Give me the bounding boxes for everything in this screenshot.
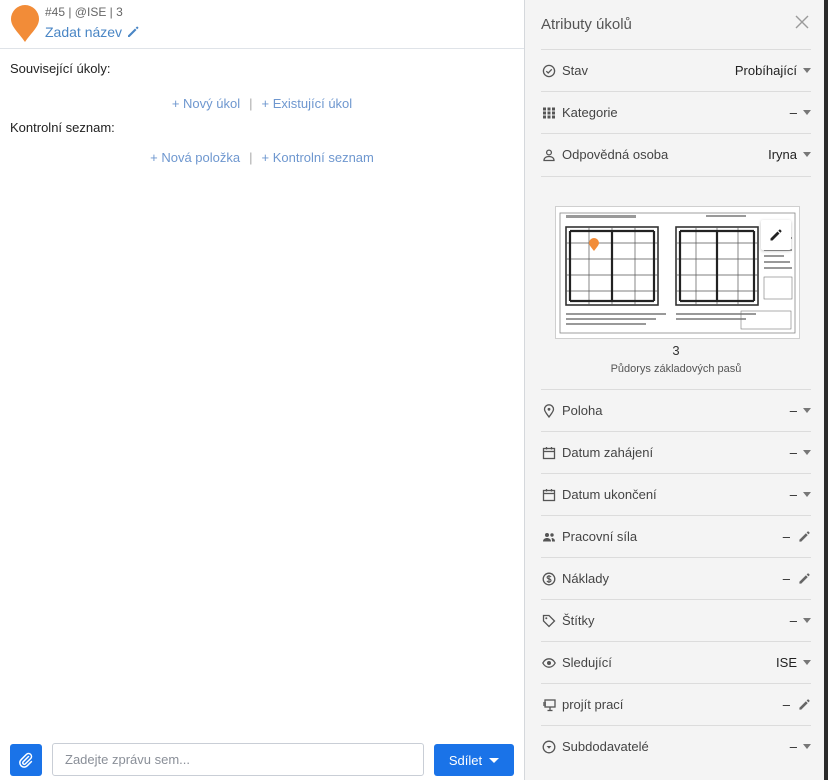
caret-down-icon[interactable] bbox=[803, 110, 811, 115]
attr-value: – bbox=[782, 697, 790, 712]
attr-row-location[interactable]: Poloha – bbox=[541, 389, 811, 431]
checklist-link[interactable]: + Kontrolní seznam bbox=[262, 150, 374, 165]
attr-row-costs[interactable]: Náklady – bbox=[541, 557, 811, 599]
caret-down-icon[interactable] bbox=[803, 408, 811, 413]
pencil-icon[interactable] bbox=[126, 25, 140, 39]
calendar-icon bbox=[542, 446, 556, 459]
attr-row-watchers[interactable]: Sledující ISE bbox=[541, 641, 811, 683]
attr-label: Kategorie bbox=[562, 105, 618, 120]
attr-row-responsible[interactable]: Odpovědná osoba Iryna bbox=[541, 133, 811, 175]
message-input[interactable] bbox=[52, 743, 424, 776]
task-header: #45 | @ISE | 3 Zadat název bbox=[0, 0, 524, 49]
task-attributes-panel: Atributy úkolů Stav Probíhající Kategori… bbox=[524, 0, 824, 780]
person-icon bbox=[543, 148, 555, 161]
task-detail-pane: #45 | @ISE | 3 Zadat název Související ú… bbox=[0, 0, 524, 780]
attr-value: – bbox=[789, 403, 797, 418]
task-meta: #45 | @ISE | 3 bbox=[45, 5, 123, 19]
attr-value: – bbox=[782, 571, 790, 586]
caret-down-icon[interactable] bbox=[803, 660, 811, 665]
attr-row-start-date[interactable]: Datum zahájení – bbox=[541, 431, 811, 473]
attr-label: Poloha bbox=[562, 403, 603, 418]
separator: | bbox=[249, 96, 253, 111]
close-icon[interactable] bbox=[795, 15, 809, 29]
location-pin-icon bbox=[543, 403, 555, 418]
attr-row-workforce[interactable]: Pracovní síla – bbox=[541, 515, 811, 557]
related-tasks-actions: + Nový úkol | + Existující úkol bbox=[0, 96, 524, 111]
share-button-label: Sdílet bbox=[448, 752, 483, 768]
attr-value: – bbox=[789, 445, 797, 460]
checklist-actions: + Nová položka | + Kontrolní seznam bbox=[0, 150, 524, 165]
grid-icon bbox=[543, 107, 555, 118]
attr-label: Datum ukončení bbox=[562, 487, 657, 502]
message-composer: Sdílet bbox=[0, 742, 524, 778]
attr-label: Datum zahájení bbox=[562, 445, 654, 460]
caret-down-icon[interactable] bbox=[803, 152, 811, 157]
pencil-icon[interactable] bbox=[798, 698, 811, 711]
chevron-circle-icon bbox=[542, 740, 556, 753]
existing-task-link[interactable]: + Existující úkol bbox=[262, 96, 353, 111]
attr-value: – bbox=[782, 529, 790, 544]
monitor-icon bbox=[543, 698, 556, 711]
attr-row-subcontractors[interactable]: Subdodavatelé – bbox=[541, 725, 811, 767]
task-title[interactable]: Zadat název bbox=[45, 24, 122, 40]
caret-down-icon[interactable] bbox=[803, 450, 811, 455]
pencil-icon[interactable] bbox=[798, 572, 811, 585]
caret-down-icon[interactable] bbox=[803, 618, 811, 623]
task-title-edit[interactable]: Zadat název bbox=[45, 24, 140, 40]
attr-label: Odpovědná osoba bbox=[562, 147, 669, 162]
separator: | bbox=[249, 150, 253, 165]
related-tasks-label: Související úkoly: bbox=[10, 61, 111, 76]
window-edge bbox=[824, 0, 828, 780]
attr-label: Štítky bbox=[562, 613, 595, 628]
attr-value: – bbox=[789, 487, 797, 502]
people-icon bbox=[543, 532, 555, 541]
dollar-circle-icon bbox=[542, 572, 556, 585]
attr-value: – bbox=[789, 613, 797, 628]
attr-row-end-date[interactable]: Datum ukončení – bbox=[541, 473, 811, 515]
attach-button[interactable] bbox=[10, 744, 42, 776]
attr-label: Stav bbox=[562, 63, 589, 78]
attr-value: Iryna bbox=[768, 147, 797, 162]
task-pin-icon bbox=[11, 5, 39, 42]
caret-down-icon bbox=[489, 757, 500, 763]
attr-label: projít prací bbox=[562, 697, 624, 712]
check-circle-icon bbox=[542, 64, 556, 77]
attr-row-review-work[interactable]: projít prací – bbox=[541, 683, 811, 725]
caret-down-icon[interactable] bbox=[803, 492, 811, 497]
attr-row-tags[interactable]: Štítky – bbox=[541, 599, 811, 641]
attr-value: Probíhající bbox=[734, 63, 797, 78]
plan-preview: 3 Půdorys základových pasů bbox=[541, 176, 811, 389]
attr-value: – bbox=[789, 105, 797, 120]
attr-label: Sledující bbox=[562, 655, 612, 670]
attr-label: Subdodavatelé bbox=[562, 739, 649, 754]
panel-title: Atributy úkolů bbox=[541, 16, 632, 33]
attr-value: ISE bbox=[776, 655, 797, 670]
eye-icon bbox=[542, 657, 556, 668]
plan-number: 3 bbox=[672, 343, 680, 358]
attr-row-status[interactable]: Stav Probíhající bbox=[541, 49, 811, 91]
tag-icon bbox=[542, 614, 556, 627]
attr-row-category[interactable]: Kategorie – bbox=[541, 91, 811, 133]
checklist-label: Kontrolní seznam: bbox=[10, 120, 115, 135]
pencil-icon bbox=[770, 229, 782, 241]
paperclip-icon bbox=[19, 752, 33, 768]
edit-plan-button[interactable] bbox=[761, 220, 791, 250]
new-item-link[interactable]: + Nová položka bbox=[150, 150, 240, 165]
attr-label: Pracovní síla bbox=[562, 529, 638, 544]
attr-value: – bbox=[789, 739, 797, 754]
pencil-icon[interactable] bbox=[798, 530, 811, 543]
caret-down-icon[interactable] bbox=[803, 744, 811, 749]
calendar-icon bbox=[542, 488, 556, 501]
caret-down-icon[interactable] bbox=[803, 68, 811, 73]
share-button[interactable]: Sdílet bbox=[434, 744, 514, 776]
new-task-link[interactable]: + Nový úkol bbox=[172, 96, 240, 111]
plan-name: Půdorys základových pasů bbox=[610, 363, 742, 375]
attr-label: Náklady bbox=[562, 571, 609, 586]
